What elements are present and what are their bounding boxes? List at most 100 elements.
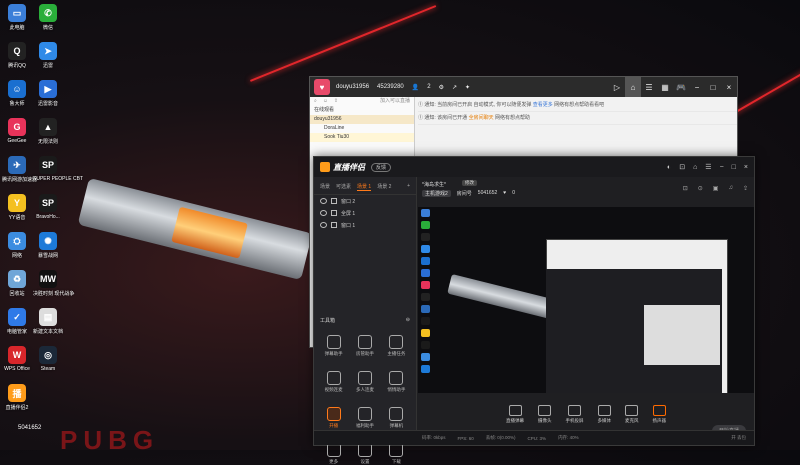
gamepad-icon[interactable]: 🎮 [673,77,689,97]
tab-scene[interactable]: 场景 [320,183,330,191]
close-icon[interactable]: × [744,164,748,171]
tool-item[interactable]: 设置 [349,443,380,465]
home-icon[interactable]: ⌂ [625,77,641,97]
avatar[interactable]: ♥ [314,79,330,95]
app-icon: 播 [8,384,26,402]
phone-cast-button[interactable]: 手机投屏 [566,404,584,424]
user-item[interactable]: Sook Tiu30 [310,133,414,142]
group-name[interactable]: douyu31956 [310,115,414,124]
media-button[interactable]: 多媒体 [598,404,611,424]
desktop-icon[interactable]: ▶ 迅雷影音 [33,80,63,107]
eye-icon[interactable] [320,198,327,204]
tab-source[interactable]: 可选素 [336,183,351,191]
app-icon: ▤ [39,308,57,326]
desktop-icon[interactable]: ▭ 此电脑 [2,4,32,31]
desktop-icon[interactable]: MW 决胜时刻 现代战争 [33,270,74,297]
tool-item[interactable]: 主播任务 [381,335,412,357]
stream-preview[interactable] [418,207,754,393]
close-icon[interactable]: × [721,77,737,97]
like-count: 0 [512,190,516,196]
main-area: *海岛求生* 修改 主机游戏2 房间号 5041652 ♥ 0 ⊡ ⊙ ▣ ♫ … [418,177,754,445]
maximize-icon[interactable]: □ [732,164,736,171]
desktop-icon[interactable]: Y YY语音 [2,194,32,221]
add-icon[interactable]: + [407,183,410,191]
desktop-icon[interactable]: ◎ Steam [33,346,63,372]
tool-item[interactable]: 多人连麦 [349,371,380,393]
scene-item[interactable]: 全屏 1 [314,207,416,219]
desktop-icon[interactable]: ♻ 回收站 [2,270,32,297]
desktop-icon[interactable]: Q 腾讯QQ [2,42,32,69]
app-icon: ☺ [8,80,26,98]
desktop-icon[interactable]: ⛭ 网络 [2,232,32,259]
tool-item[interactable]: 视频连麦 [318,371,349,393]
minimize-icon[interactable]: − [689,77,705,97]
search-icon[interactable]: ⌕ [314,97,317,106]
desktop-icon[interactable]: ▲ 无限法则 [33,118,63,145]
feedback-button[interactable]: 反馈 [371,162,392,172]
share-icon[interactable]: ↗ [452,84,457,91]
desktop-icon[interactable]: W WPS Office [2,346,32,372]
shirt-icon[interactable]: ⌂ [693,164,697,171]
list-icon[interactable]: ☰ [641,77,657,97]
bell-icon[interactable]: ♫ [728,185,733,192]
scene-item[interactable]: 窗口 2 [314,195,416,207]
notice-link[interactable]: 全房间聊天 [469,115,494,121]
user-item[interactable]: DoraLine [310,124,414,133]
star-icon[interactable]: ✦ [465,84,470,91]
eye-icon[interactable] [320,210,327,216]
category-tag[interactable]: 主机游戏2 [422,190,451,197]
microphone-button[interactable]: 麦克风 [625,404,639,424]
tool-item[interactable]: 福利助手 [349,407,380,429]
desktop-icon[interactable]: 播直播伴侣2 [2,384,32,411]
desktop-icon[interactable]: ✈ 腾讯网游加速器 [2,156,37,183]
share-icon[interactable]: ⇪ [743,185,748,192]
collapse-icon[interactable]: ⊖ [406,317,410,324]
speaker-button[interactable]: 扬声器 [653,404,666,424]
desktop-icon[interactable]: ▤ 新建文本文档 [33,308,63,335]
tool-item[interactable]: 更多 [318,443,349,465]
lock-icon[interactable] [331,198,337,204]
desktop-icon[interactable]: SP BravoHo... [33,194,63,220]
lock-icon[interactable] [331,210,337,216]
gift-icon[interactable]: ▣ [713,185,719,192]
tool-item[interactable]: 开播 [318,407,349,429]
avatar[interactable]: ◐ [667,164,671,171]
user-icon[interactable]: ☺ [323,97,328,106]
gear-icon[interactable]: ⚙ [439,84,444,91]
tool-label: 主播任务 [387,351,406,356]
minimize-icon[interactable]: − [720,164,724,171]
play-icon[interactable]: ▷ [609,77,625,97]
maximize-icon[interactable]: □ [705,77,721,97]
tool-item[interactable]: 房管助手 [349,335,380,357]
room-name[interactable]: *海岛求生* [422,181,446,188]
desktop-icon[interactable]: ☺ 鲁大师 [2,80,32,107]
gift-icon[interactable]: ⊡ [679,163,685,171]
screenshot-icon[interactable]: ⊡ [683,185,688,192]
tab-scene-1[interactable]: 场景 1 [357,183,372,191]
menu-icon[interactable]: ☰ [705,163,711,171]
tool-item[interactable]: 弹幕机 [381,407,412,429]
tool-item[interactable]: 弹幕助手 [318,335,349,357]
notice-text: 网络有想点帮助 [494,115,530,121]
lock-icon[interactable] [331,222,337,228]
grid-icon[interactable]: ▦ [657,77,673,97]
desktop-icon[interactable]: G GeeGee [2,118,32,144]
desktop-icon[interactable]: ✓ 电脑管家 [2,308,32,335]
desktop-icon-label: YY语音 [8,215,26,221]
danmaku-button[interactable]: 直播弹幕 [506,404,524,424]
scene-item[interactable]: 窗口 1 [314,219,416,231]
eye-icon[interactable] [320,222,327,228]
desktop-icon[interactable]: ➤ 迅雷 [33,42,63,69]
desktop-icon[interactable]: SP SUPER PEOPLE CBT [33,156,83,182]
notice-link[interactable]: 查看更多 [533,102,553,108]
tool-item[interactable]: 悄悄助手 [381,371,412,393]
camera-button[interactable]: 摄像头 [538,404,552,424]
tab-scene-2[interactable]: 场景 2 [377,183,391,191]
left-tab[interactable]: 在线观看 [310,106,414,115]
desktop-icon[interactable]: ✆ 微信 [33,4,63,31]
edit-button[interactable]: 修改 [462,180,477,186]
desktop-icon[interactable]: ✺ 暴雪战网 [33,232,63,259]
record-icon[interactable]: ⊙ [698,185,703,192]
share-icon[interactable]: ⇪ [334,97,338,106]
tool-item[interactable]: 下载 [381,443,412,465]
